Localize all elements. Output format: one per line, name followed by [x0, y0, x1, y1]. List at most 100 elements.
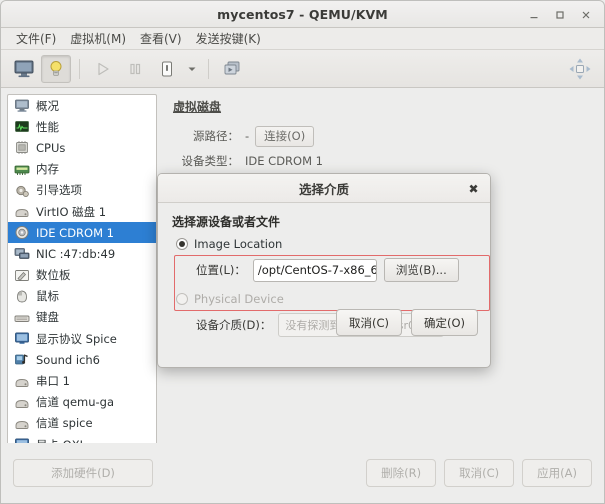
menu-view[interactable]: 查看(V): [133, 28, 189, 49]
sidebar-item-3[interactable]: 内存: [8, 159, 156, 180]
physical-device-label: Physical Device: [194, 292, 284, 306]
sidebar-item-label: 信道 qemu-ga: [36, 395, 115, 410]
close-icon[interactable]: [574, 4, 598, 26]
image-location-radio-row[interactable]: Image Location: [176, 237, 478, 251]
sidebar-item-11[interactable]: 显示协议 Spice: [8, 328, 156, 349]
menu-file[interactable]: 文件(F): [9, 28, 63, 49]
run-button[interactable]: [88, 55, 118, 83]
sidebar-item-0[interactable]: 概况: [8, 95, 156, 116]
menu-bar: 文件(F) 虚拟机(M) 查看(V) 发送按键(K): [1, 28, 604, 50]
toolbar: [1, 50, 604, 88]
memory-icon: [13, 162, 30, 177]
sidebar-item-label: IDE CDROM 1: [36, 225, 114, 240]
sidebar-item-label: 性能: [36, 119, 59, 134]
sidebar-item-1[interactable]: 性能: [8, 116, 156, 137]
image-location-radio[interactable]: [176, 238, 188, 250]
toolbar-separator-1: [79, 58, 80, 79]
hardware-list[interactable]: 概况性能 CPUs 内存引导选项 VirtIO 磁盘 1 IDE CDROM 1 NIC …: [7, 94, 157, 458]
sidebar-item-6[interactable]: IDE CDROM 1: [8, 222, 156, 244]
details-view-button[interactable]: [41, 54, 71, 83]
sidebar-item-label: 信道 spice: [36, 416, 93, 431]
sidebar-item-7[interactable]: NIC :47:db:49: [8, 243, 156, 264]
pause-button[interactable]: [120, 55, 150, 83]
sidebar-item-label: NIC :47:db:49: [36, 246, 116, 261]
performance-icon: [13, 119, 30, 134]
channel-icon: [13, 416, 30, 431]
sidebar-item-15[interactable]: 信道 spice: [8, 413, 156, 434]
display-icon: [13, 331, 30, 346]
boot-options-icon: [13, 183, 30, 198]
window-title: mycentos7 - QEMU/KVM: [217, 6, 388, 22]
nic-icon: [13, 246, 30, 261]
tablet-icon: [13, 268, 30, 283]
sidebar-item-label: 显示协议 Spice: [36, 331, 117, 346]
dialog-title-bar: 选择介质 ✖: [158, 174, 490, 203]
sidebar-item-label: 鼠标: [36, 289, 59, 304]
dialog-actions: 取消(C) 确定(O): [335, 309, 478, 336]
device-media-label: 设备介质(D)：: [196, 318, 272, 332]
sidebar-item-label: Sound ich6: [36, 352, 100, 367]
serial-icon: [13, 374, 30, 389]
sidebar-item-13[interactable]: 串口 1: [8, 370, 156, 391]
sidebar-item-label: VirtIO 磁盘 1: [36, 204, 107, 219]
source-path-value: -: [245, 129, 250, 143]
keyboard-icon: [13, 310, 30, 325]
browse-button[interactable]: 浏览(B)...: [383, 258, 459, 282]
device-type-value: IDE CDROM 1: [245, 154, 323, 168]
sidebar-item-10[interactable]: 键盘: [8, 307, 156, 328]
location-input[interactable]: /opt/CentOS-7-x86_64: [252, 258, 377, 282]
toolbar-separator-2: [208, 58, 209, 79]
dialog-body: 选择源设备或者文件 Image Location 位置(L)： /opt/Cen…: [158, 203, 490, 345]
dialog-section-heading: 选择源设备或者文件: [172, 215, 281, 229]
shutdown-button[interactable]: [152, 55, 182, 83]
snapshots-button[interactable]: [217, 55, 247, 83]
physical-device-radio[interactable]: [176, 293, 188, 305]
sidebar-item-5[interactable]: VirtIO 磁盘 1: [8, 201, 156, 222]
sidebar-item-8[interactable]: 数位板: [8, 265, 156, 286]
image-location-label: Image Location: [194, 237, 283, 251]
channel-icon: [13, 395, 30, 410]
sidebar-item-4[interactable]: 引导选项: [8, 180, 156, 201]
menu-send-key[interactable]: 发送按键(K): [189, 28, 268, 49]
window-controls: [522, 1, 598, 28]
disk-icon: [13, 204, 30, 219]
virt-manager-window: mycentos7 - QEMU/KVM 文件(F) 虚拟机(M) 查看(V) …: [0, 0, 605, 504]
console-view-button[interactable]: [9, 55, 39, 83]
cpu-icon: [13, 140, 30, 155]
minimize-icon[interactable]: [522, 4, 546, 26]
sidebar-item-label: 串口 1: [36, 374, 70, 389]
chevron-down-icon[interactable]: [184, 56, 200, 82]
sidebar-item-14[interactable]: 信道 qemu-ga: [8, 392, 156, 413]
add-hardware-button[interactable]: 添加硬件(D): [13, 459, 153, 487]
dialog-ok-button[interactable]: 确定(O): [410, 309, 478, 336]
fullscreen-button[interactable]: [566, 55, 594, 83]
sidebar-item-label: 引导选项: [36, 183, 82, 198]
physical-device-radio-row[interactable]: Physical Device: [176, 292, 478, 306]
sidebar-item-12[interactable]: Sound ich6: [8, 349, 156, 370]
detail-heading: 虚拟磁盘: [173, 100, 222, 114]
title-bar: mycentos7 - QEMU/KVM: [1, 1, 604, 28]
source-path-label: 源路径：: [193, 129, 239, 143]
sidebar-item-9[interactable]: 鼠标: [8, 286, 156, 307]
remove-button[interactable]: 删除(R): [366, 459, 437, 487]
dialog-close-icon[interactable]: ✖: [465, 180, 482, 197]
apply-button[interactable]: 应用(A): [522, 459, 592, 487]
cancel-button[interactable]: 取消(C): [444, 459, 515, 487]
sound-icon: [13, 352, 30, 367]
detail-row-source-path: 源路径： - 连接(O): [173, 125, 596, 147]
sidebar-item-2[interactable]: CPUs: [8, 137, 156, 158]
sidebar-item-label: CPUs: [36, 140, 66, 155]
location-label: 位置(L)：: [196, 263, 246, 277]
device-type-label: 设备类型：: [181, 154, 240, 168]
bottom-button-bar: 添加硬件(D) 删除(R) 取消(C) 应用(A): [1, 443, 604, 503]
menu-virtual-machine[interactable]: 虚拟机(M): [63, 28, 133, 49]
sidebar-item-label: 概况: [36, 98, 59, 113]
cdrom-icon: [13, 225, 30, 240]
connect-button[interactable]: 连接(O): [255, 125, 315, 147]
dialog-title: 选择介质: [298, 181, 349, 197]
dialog-cancel-button[interactable]: 取消(C): [335, 309, 402, 336]
detail-row-device-type: 设备类型： IDE CDROM 1: [173, 150, 596, 172]
choose-media-dialog: 选择介质 ✖ 选择源设备或者文件 Image Location 位置(L)： /…: [157, 173, 491, 368]
sidebar-item-label: 键盘: [36, 310, 59, 325]
maximize-icon[interactable]: [548, 4, 572, 26]
